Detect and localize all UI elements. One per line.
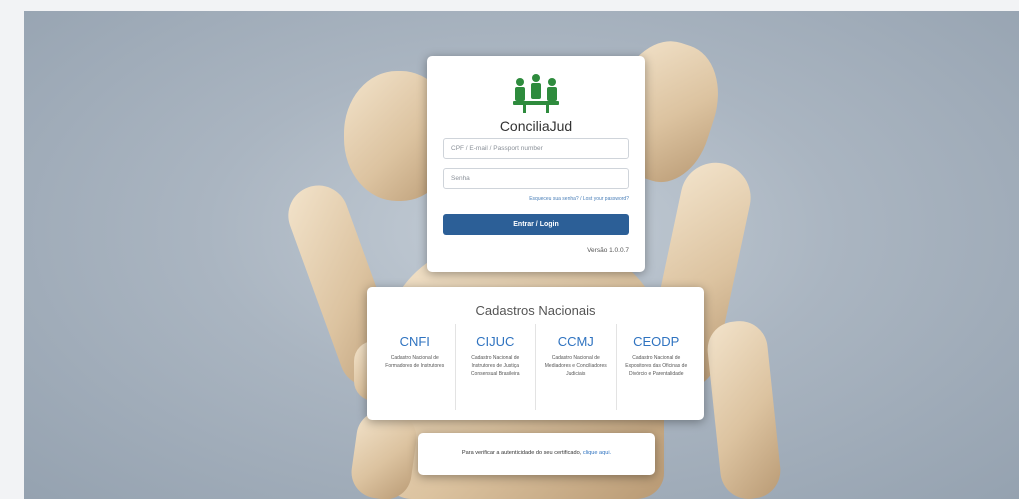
cadastros-card: Cadastros Nacionais CNFI Cadastro Nacion… — [367, 287, 704, 420]
forgot-password-link[interactable]: Esqueceu sua senha? / Lost your password… — [529, 196, 629, 202]
cadastro-item-ceodp[interactable]: CEODP Cadastro Nacional de Expositores d… — [617, 324, 697, 410]
login-card: ConciliaJud Esqueceu sua senha? / Lost y… — [427, 56, 645, 272]
password-input[interactable] — [443, 168, 629, 189]
username-input[interactable] — [443, 138, 629, 159]
conciliajud-logo-icon — [513, 74, 559, 113]
cadastro-abbr[interactable]: CCMJ — [536, 334, 616, 349]
version-label: Versão 1.0.0.7 — [587, 247, 629, 254]
login-button[interactable]: Entrar / Login — [443, 214, 629, 235]
cadastro-abbr[interactable]: CIJUC — [456, 334, 536, 349]
brand-name: ConciliaJud — [499, 118, 573, 134]
verify-link[interactable]: clique aqui. — [583, 450, 611, 456]
cadastros-title: Cadastros Nacionais — [475, 303, 596, 318]
cadastro-description: Cadastro Nacional de Formadores de Instr… — [385, 355, 445, 369]
cadastros-list: CNFI Cadastro Nacional de Formadores de … — [375, 324, 696, 410]
cadastro-item-ccmj[interactable]: CCMJ Cadastro Nacional de Mediadores e C… — [536, 324, 617, 410]
verify-text: Para verificar a autenticidade do seu ce… — [461, 450, 582, 456]
cadastro-item-cnfi[interactable]: CNFI Cadastro Nacional de Formadores de … — [375, 324, 456, 410]
verify-message: Para verificar a autenticidade do seu ce… — [418, 450, 655, 456]
cadastro-description: Cadastro Nacional de Expositores das Ofi… — [625, 355, 688, 377]
mannequin-leg-right — [704, 318, 784, 499]
cadastro-abbr[interactable]: CEODP — [617, 334, 697, 349]
certificate-verify-card: Para verificar a autenticidade do seu ce… — [418, 433, 655, 475]
cadastro-description: Cadastro Nacional de Instrutores de Just… — [470, 355, 520, 377]
cadastro-description: Cadastro Nacional de Mediadores e Concil… — [544, 355, 607, 377]
cadastro-abbr[interactable]: CNFI — [375, 334, 455, 349]
cadastro-item-cijuc[interactable]: CIJUC Cadastro Nacional de Instrutores d… — [456, 324, 536, 410]
